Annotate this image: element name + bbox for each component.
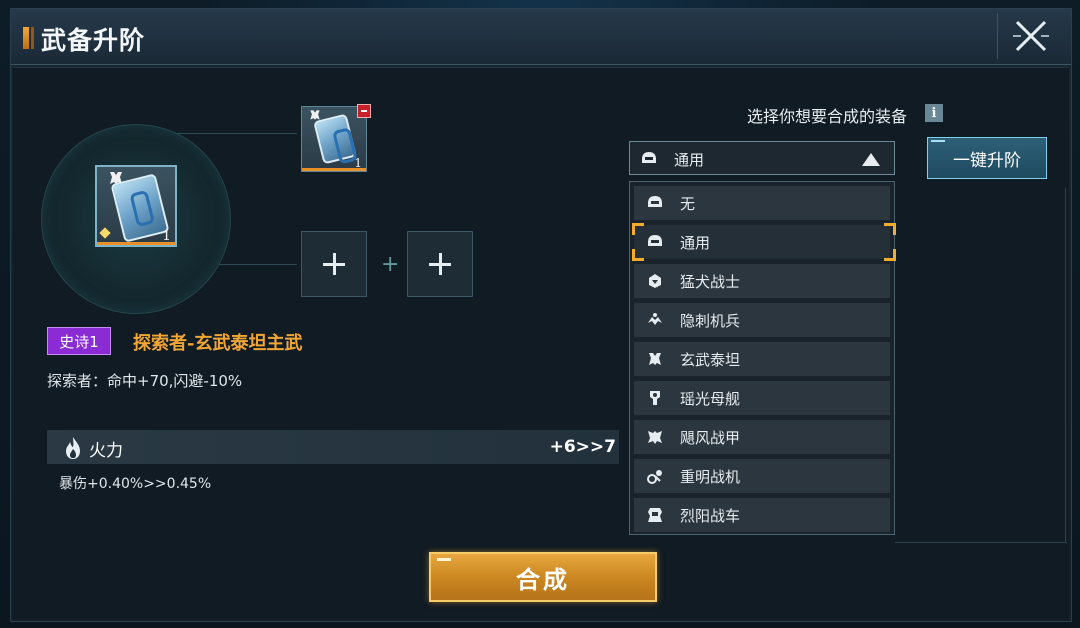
button-mark bbox=[437, 558, 451, 561]
upgrade-window: 武备升阶 1 1 + 史诗1 探索者-玄武泰坦主武 探索者：命中+70,闪避-1… bbox=[10, 8, 1072, 622]
list-item-label: 瑶光母舰 bbox=[680, 390, 741, 408]
selection-corner bbox=[884, 223, 896, 235]
stat-detail: 暴伤+0.40%>>0.45% bbox=[59, 476, 212, 492]
dog-helmet-icon bbox=[649, 274, 661, 288]
one-click-upgrade-button[interactable]: 一键升阶 bbox=[927, 137, 1047, 179]
titan-icon bbox=[649, 353, 661, 365]
flame-icon bbox=[66, 437, 80, 459]
list-item-yaoguang-mothership[interactable]: 瑶光母舰 bbox=[634, 381, 890, 415]
rarity-strip bbox=[302, 168, 366, 171]
upgrade-button-label: 一键升阶 bbox=[953, 150, 1021, 171]
list-item-hurricane-armor[interactable]: 飓风战甲 bbox=[634, 420, 890, 454]
stat-value: +6>>7 bbox=[549, 437, 616, 457]
item-name: 探索者-玄武泰坦主武 bbox=[133, 333, 303, 354]
content-area: 1 1 + 史诗1 探索者-玄武泰坦主武 探索者：命中+70,闪避-10% 火力… bbox=[13, 67, 1069, 619]
window-title: 武备升阶 bbox=[41, 26, 146, 55]
helmet-icon bbox=[648, 196, 662, 207]
tank-icon bbox=[648, 508, 662, 522]
helmet-icon bbox=[642, 152, 656, 163]
title-accent-secondary bbox=[31, 27, 34, 49]
stat-bar bbox=[47, 430, 619, 464]
main-equipment-slot[interactable]: 1 bbox=[95, 165, 177, 247]
selection-corner bbox=[884, 249, 896, 261]
list-item-hound-warrior[interactable]: 猛犬战士 bbox=[634, 264, 890, 298]
close-button[interactable] bbox=[997, 13, 1063, 59]
stat-label: 火力 bbox=[89, 441, 123, 461]
remove-material-button[interactable] bbox=[357, 104, 371, 118]
mothership-icon bbox=[650, 391, 660, 405]
equipment-type-list: 无 通用 猛犬战士 隐刺机兵 玄武泰坦 瑶光母舰 飓风战甲 重明战机 烈阳战车 bbox=[629, 181, 896, 535]
equipment-type-dropdown[interactable]: 通用 bbox=[629, 141, 895, 175]
divider bbox=[1065, 188, 1066, 542]
list-item-label: 无 bbox=[680, 195, 696, 213]
list-item-general[interactable]: 通用 bbox=[632, 223, 896, 261]
equipment-card-art bbox=[110, 173, 170, 243]
add-material-slot-1[interactable] bbox=[301, 231, 367, 297]
rarity-diamond-icon bbox=[99, 227, 111, 239]
add-material-slot-2[interactable] bbox=[407, 231, 473, 297]
rarity-strip bbox=[97, 242, 175, 245]
armor-icon bbox=[648, 431, 662, 444]
item-description: 探索者：命中+70,闪避-10% bbox=[47, 372, 243, 390]
list-item-chongming-fighter[interactable]: 重明战机 bbox=[634, 459, 890, 493]
list-item-label: 玄武泰坦 bbox=[680, 351, 741, 369]
list-item-label: 隐刺机兵 bbox=[680, 312, 741, 330]
selector-title: 选择你想要合成的装备 bbox=[747, 107, 908, 126]
list-item-xuanwu-titan[interactable]: 玄武泰坦 bbox=[634, 342, 890, 376]
list-item-none[interactable]: 无 bbox=[634, 186, 890, 220]
synthesize-button-label: 合成 bbox=[516, 564, 570, 594]
selection-corner bbox=[632, 249, 644, 261]
divider bbox=[895, 542, 1067, 543]
synthesize-button[interactable]: 合成 bbox=[429, 552, 657, 602]
button-mark bbox=[931, 140, 945, 142]
list-item-label: 飓风战甲 bbox=[680, 429, 741, 447]
connector-line bbox=[177, 133, 297, 134]
list-item-label: 猛犬战士 bbox=[680, 273, 741, 291]
list-item-label: 烈阳战车 bbox=[680, 507, 741, 525]
dropdown-selected-label: 通用 bbox=[674, 151, 705, 169]
list-item-label: 通用 bbox=[680, 234, 711, 252]
stealth-icon bbox=[648, 313, 662, 325]
list-item-stealth-mech[interactable]: 隐刺机兵 bbox=[634, 303, 890, 337]
chevron-up-icon bbox=[862, 153, 880, 166]
rarity-badge: 史诗1 bbox=[47, 327, 111, 355]
list-item-lieyang-tank[interactable]: 烈阳战车 bbox=[634, 498, 890, 532]
list-item-label: 重明战机 bbox=[680, 468, 741, 486]
title-accent bbox=[23, 27, 29, 49]
title-bar: 武备升阶 bbox=[11, 9, 1071, 65]
close-icon bbox=[1012, 20, 1049, 52]
plus-icon: + bbox=[381, 252, 400, 277]
selection-corner bbox=[632, 223, 644, 235]
helmet-icon bbox=[648, 235, 662, 246]
equipment-card-art bbox=[313, 113, 357, 165]
fighter-icon bbox=[647, 470, 662, 484]
info-icon[interactable]: i bbox=[925, 104, 943, 122]
